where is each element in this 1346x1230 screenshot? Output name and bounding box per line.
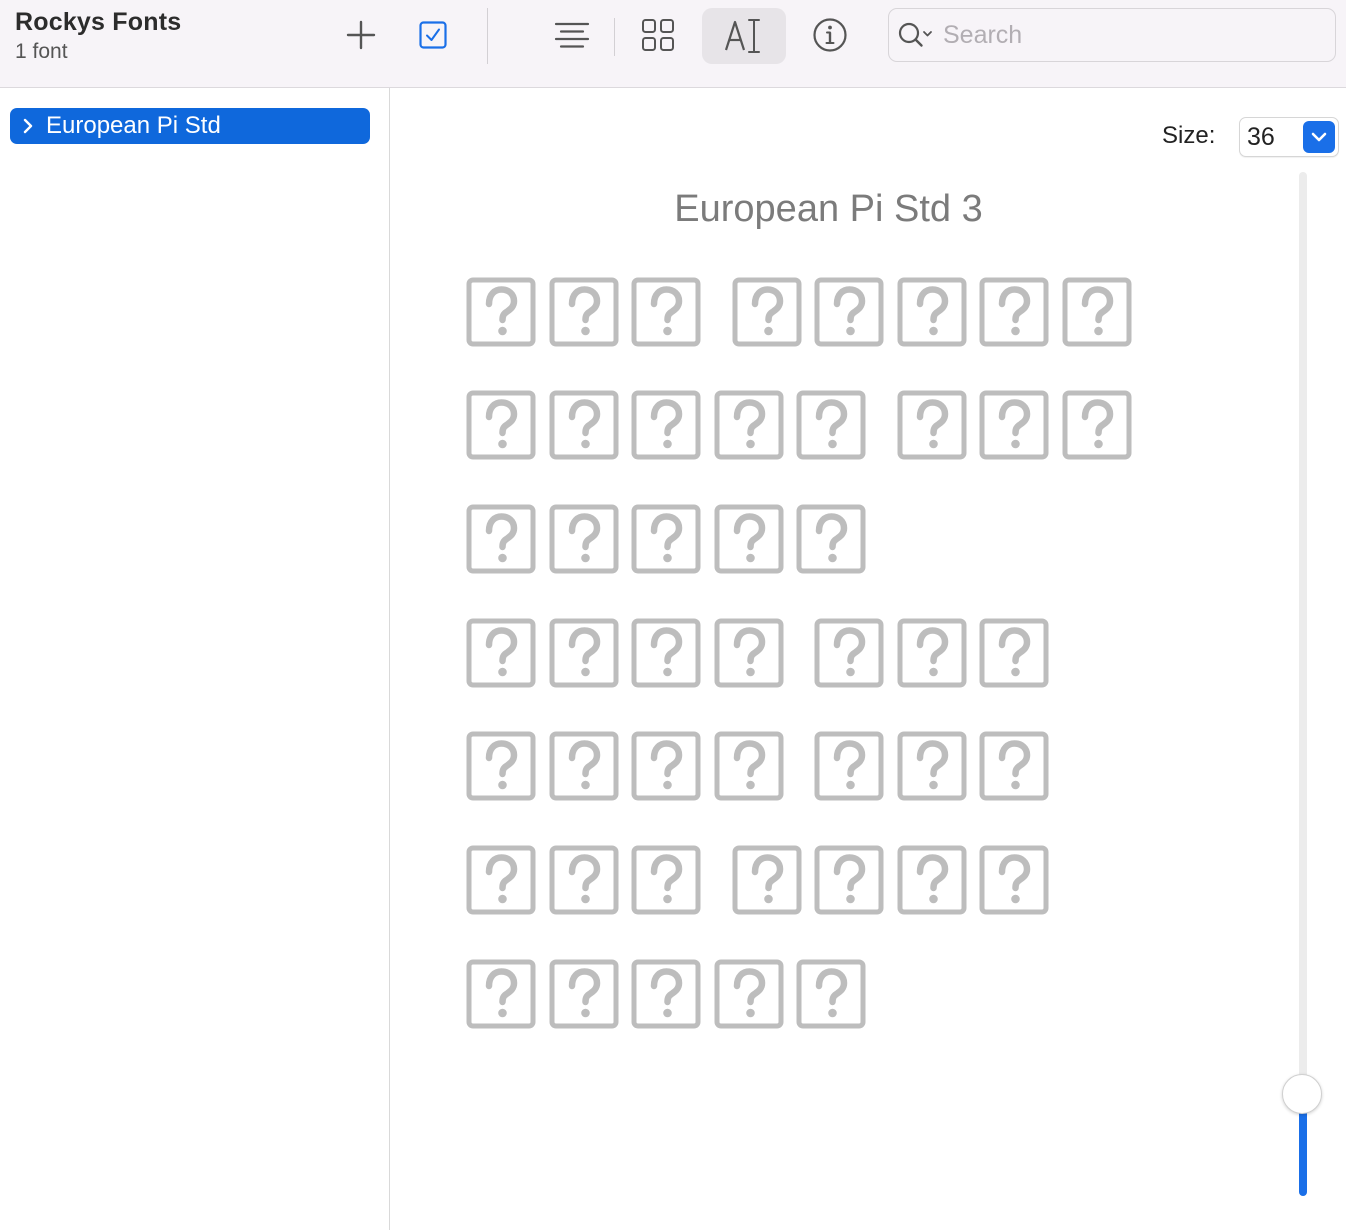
missing-glyph-icon bbox=[631, 845, 701, 915]
missing-glyph-icon bbox=[814, 845, 884, 915]
missing-glyph-icon bbox=[714, 731, 784, 801]
missing-glyph-icon bbox=[814, 731, 884, 801]
sidebar-item-label: European Pi Std bbox=[46, 112, 221, 139]
missing-glyph-icon bbox=[796, 390, 866, 460]
size-value[interactable]: 36 bbox=[1247, 123, 1275, 152]
missing-glyph-icon bbox=[549, 845, 619, 915]
grid-view-button[interactable] bbox=[632, 12, 684, 58]
missing-glyph-icon bbox=[549, 504, 619, 574]
missing-glyph-icon bbox=[1062, 277, 1132, 347]
missing-glyph-icon bbox=[549, 277, 619, 347]
missing-glyph-icon bbox=[466, 504, 536, 574]
missing-glyph-icon bbox=[631, 277, 701, 347]
missing-glyph-icon bbox=[549, 731, 619, 801]
add-font-button[interactable] bbox=[338, 13, 384, 57]
enable-font-button[interactable] bbox=[410, 13, 456, 57]
missing-glyph-icon bbox=[897, 277, 967, 347]
chevron-right-icon[interactable] bbox=[10, 117, 46, 135]
missing-glyph-icon bbox=[732, 277, 802, 347]
missing-glyph-icon bbox=[549, 959, 619, 1029]
missing-glyph-icon bbox=[714, 618, 784, 688]
size-label: Size: bbox=[1162, 122, 1216, 149]
missing-glyph-icon bbox=[466, 731, 536, 801]
missing-glyph-icon bbox=[979, 845, 1049, 915]
missing-glyph-icon bbox=[466, 277, 536, 347]
missing-glyph-icon bbox=[979, 390, 1049, 460]
missing-glyph-icon bbox=[631, 504, 701, 574]
custom-view-button[interactable] bbox=[702, 8, 786, 64]
missing-glyph-icon bbox=[732, 845, 802, 915]
size-slider-track[interactable] bbox=[1299, 172, 1307, 1196]
missing-glyph-icon bbox=[466, 390, 536, 460]
size-dropdown-button[interactable] bbox=[1303, 121, 1335, 153]
search-field[interactable] bbox=[888, 8, 1336, 62]
search-input[interactable] bbox=[941, 19, 1315, 51]
toolbar-separator bbox=[487, 8, 488, 64]
font-info-button[interactable] bbox=[804, 12, 856, 58]
missing-glyph-icon bbox=[549, 618, 619, 688]
search-icon bbox=[897, 20, 937, 50]
missing-glyph-icon bbox=[549, 390, 619, 460]
missing-glyph-icon bbox=[631, 390, 701, 460]
font-count: 1 font bbox=[15, 40, 68, 63]
font-book-window: Rockys Fonts 1 font Search European Pi S… bbox=[0, 0, 1346, 1230]
checkbox-icon bbox=[419, 21, 447, 49]
missing-glyph-icon bbox=[466, 845, 536, 915]
missing-glyph-icon bbox=[796, 959, 866, 1029]
preview-font-title: European Pi Std 3 bbox=[674, 188, 983, 230]
missing-glyph-icon bbox=[979, 618, 1049, 688]
library-title: Rockys Fonts bbox=[15, 8, 182, 36]
toolbar-separator bbox=[614, 18, 615, 56]
grid-icon bbox=[642, 19, 674, 51]
missing-glyph-icon bbox=[714, 390, 784, 460]
missing-glyph-icon bbox=[814, 277, 884, 347]
missing-glyph-icon bbox=[897, 845, 967, 915]
missing-glyph-icon bbox=[714, 959, 784, 1029]
font-preview-pane: Size: 36 European Pi Std 3 bbox=[391, 88, 1346, 1230]
missing-glyph-icon bbox=[814, 618, 884, 688]
info-icon bbox=[813, 18, 847, 52]
plus-icon bbox=[346, 20, 376, 50]
size-combobox[interactable]: 36 bbox=[1239, 117, 1339, 157]
missing-glyph-icon bbox=[631, 618, 701, 688]
missing-glyph-icon bbox=[897, 390, 967, 460]
missing-glyph-icon bbox=[979, 731, 1049, 801]
text-cursor-icon bbox=[724, 19, 760, 53]
missing-glyph-icon bbox=[714, 504, 784, 574]
size-slider-knob[interactable] bbox=[1282, 1074, 1322, 1114]
missing-glyph-icon bbox=[979, 277, 1049, 347]
missing-glyph-icon bbox=[897, 618, 967, 688]
missing-glyph-icon bbox=[631, 959, 701, 1029]
font-list-sidebar: European Pi Std bbox=[0, 88, 390, 1230]
toolbar: Rockys Fonts 1 font bbox=[0, 0, 1346, 88]
chevron-down-icon bbox=[1311, 132, 1327, 142]
missing-glyph-icon bbox=[1062, 390, 1132, 460]
sidebar-item-european-pi-std[interactable]: European Pi Std bbox=[10, 108, 370, 144]
missing-glyph-icon bbox=[796, 504, 866, 574]
missing-glyph-icon bbox=[631, 731, 701, 801]
missing-glyph-icon bbox=[897, 731, 967, 801]
missing-glyph-icon bbox=[466, 618, 536, 688]
text-lines-icon bbox=[554, 22, 590, 48]
missing-glyph-icon bbox=[466, 959, 536, 1029]
sample-view-button[interactable] bbox=[546, 12, 598, 58]
